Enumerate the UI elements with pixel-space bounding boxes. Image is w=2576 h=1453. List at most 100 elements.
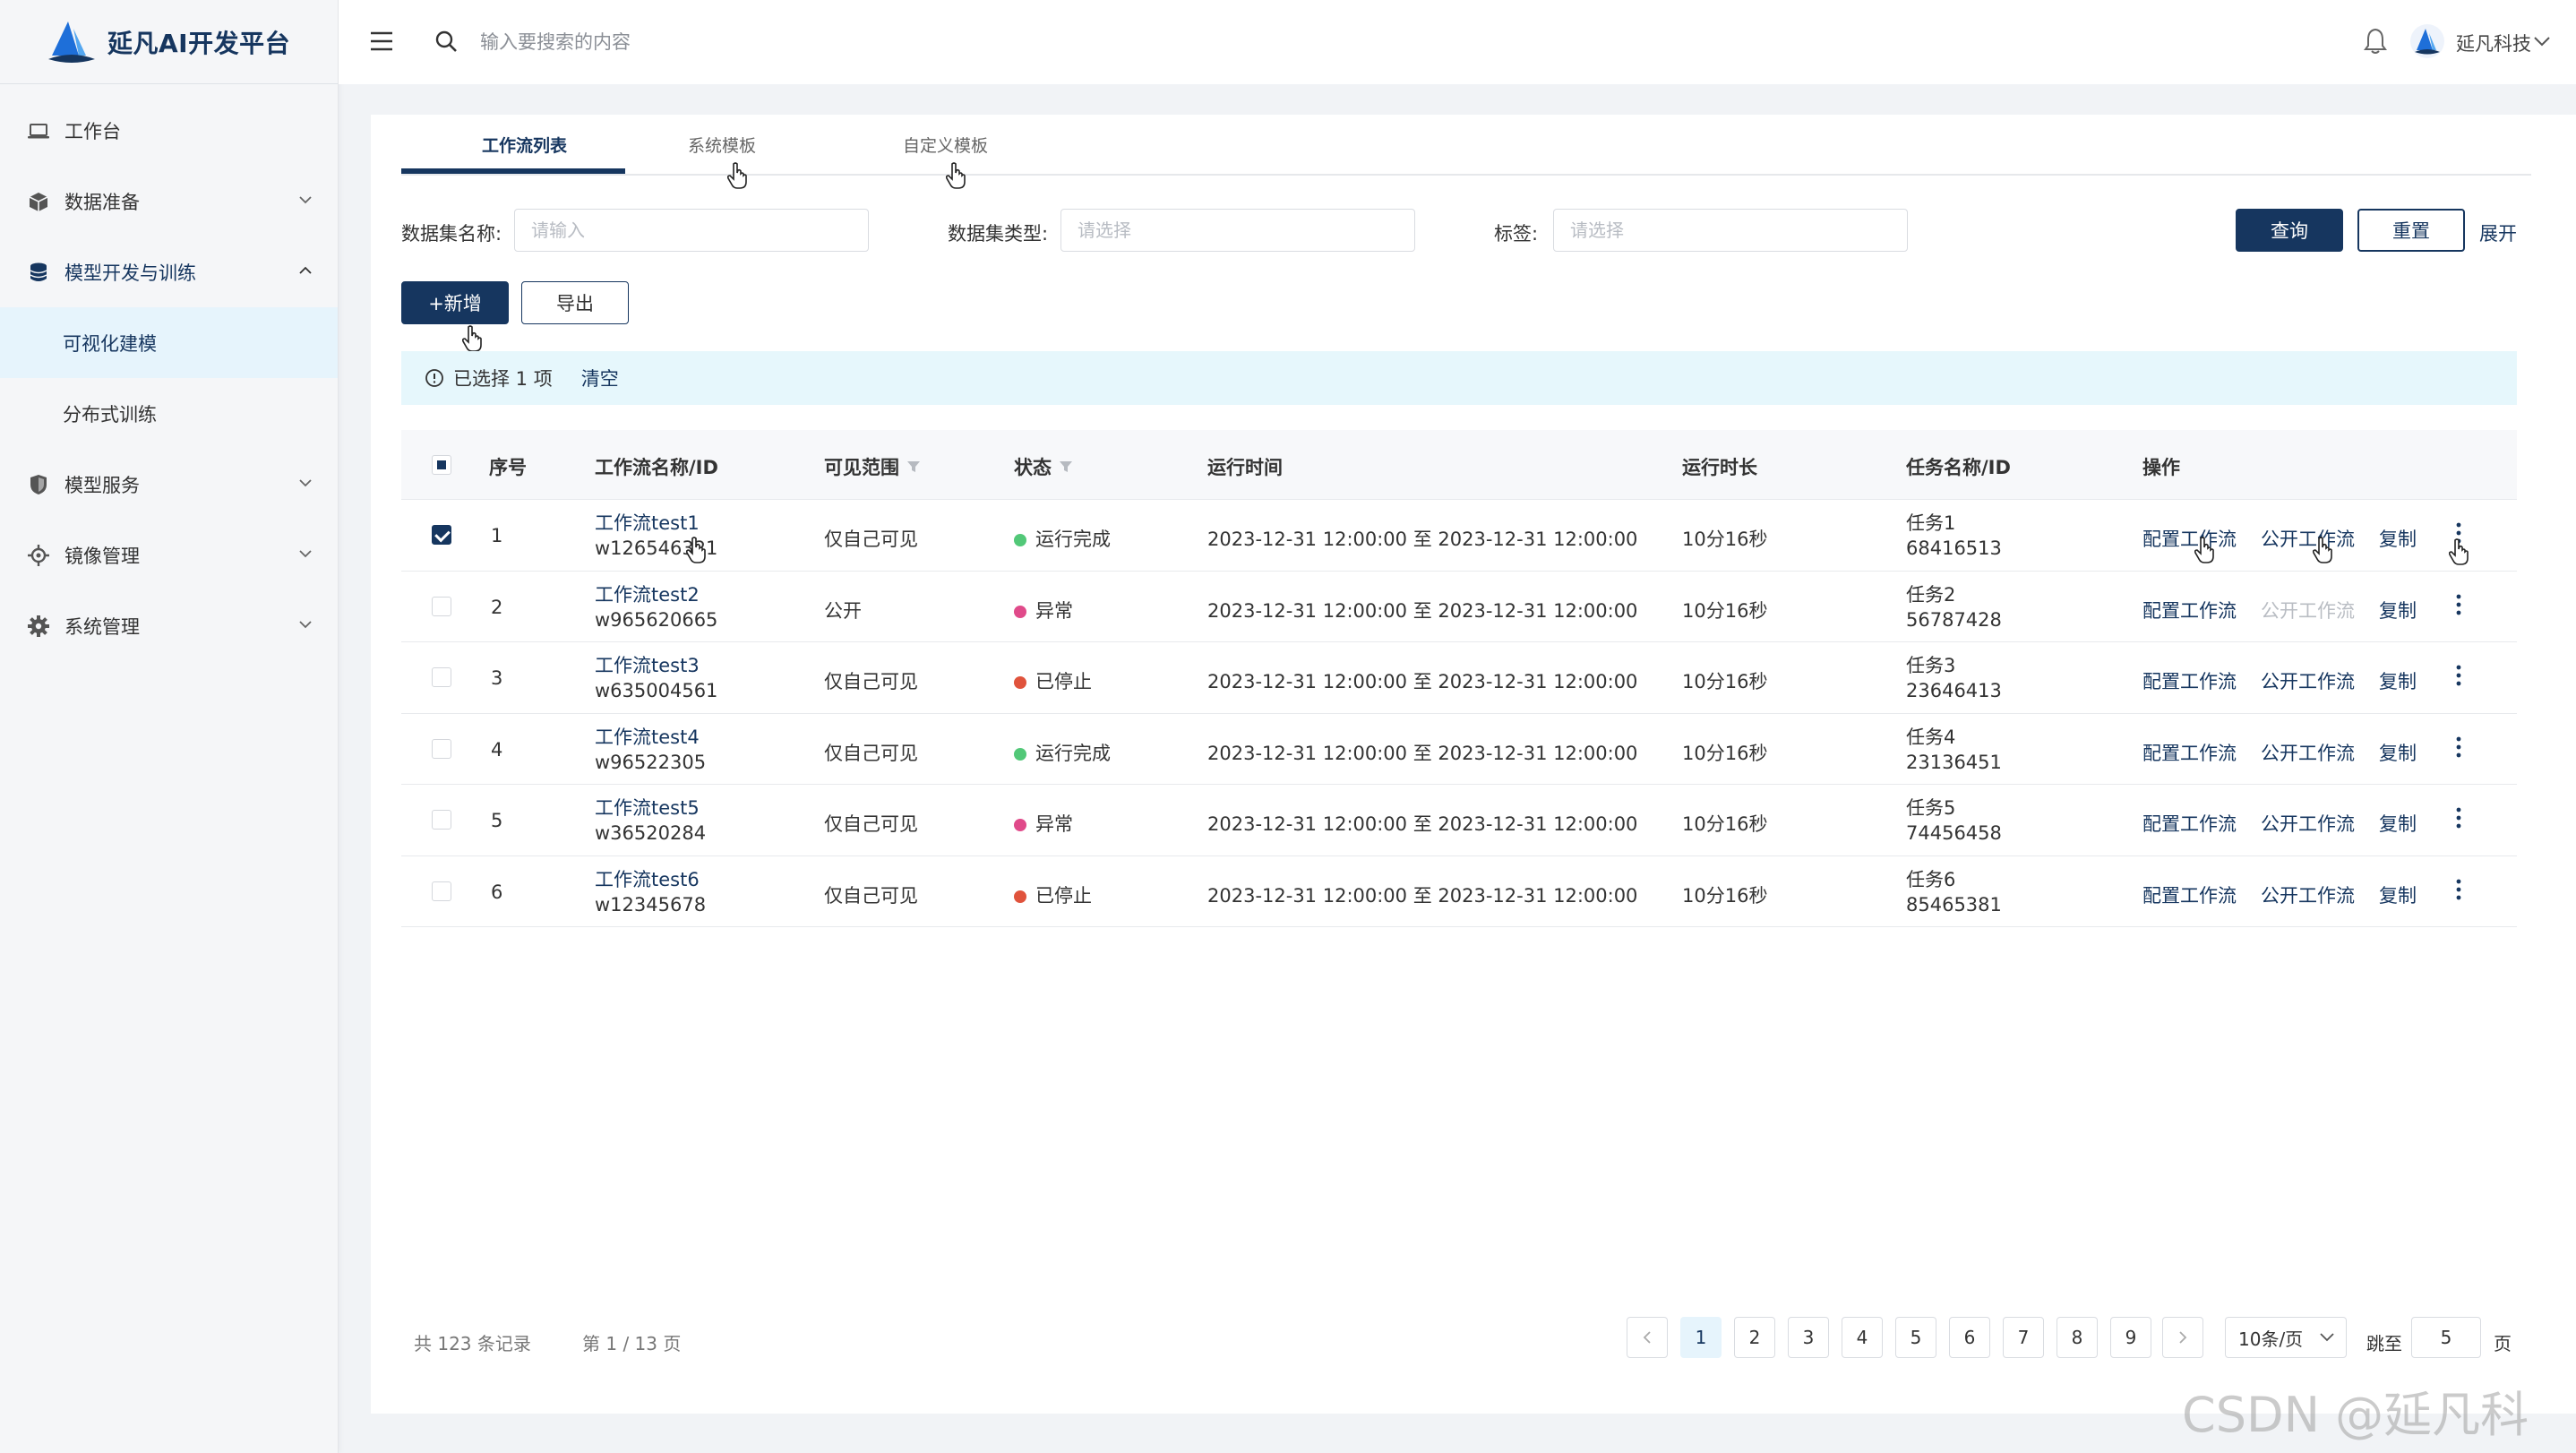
row-checkbox[interactable] bbox=[432, 596, 451, 616]
row-checkbox[interactable] bbox=[432, 738, 451, 759]
sidebar-item-model-service[interactable]: 模型服务 bbox=[0, 449, 338, 520]
next-page-button[interactable] bbox=[2162, 1317, 2203, 1358]
config-workflow-link[interactable]: 配置工作流 bbox=[2142, 881, 2237, 908]
copy-link[interactable]: 复制 bbox=[2379, 525, 2417, 552]
table-row[interactable]: 2 工作流test2 w965620665 公开 异常 2023-12-31 12:00:… bbox=[401, 572, 2517, 642]
more-icon[interactable] bbox=[2454, 876, 2463, 903]
workflow-name-link[interactable]: 工作流test6 bbox=[595, 867, 706, 892]
copy-link[interactable]: 复制 bbox=[2379, 667, 2417, 694]
workflow-id: w36520284 bbox=[595, 822, 707, 844]
config-workflow-link[interactable]: 配置工作流 bbox=[2142, 597, 2237, 623]
publish-workflow-link[interactable]: 公开工作流 bbox=[2261, 881, 2355, 908]
page-button[interactable]: 3 bbox=[1788, 1317, 1829, 1358]
row-index: 2 bbox=[491, 596, 503, 618]
workflow-name-link[interactable]: 工作流test5 bbox=[595, 795, 706, 821]
publish-workflow-link[interactable]: 公开工作流 bbox=[2261, 739, 2355, 766]
more-icon[interactable] bbox=[2454, 591, 2463, 618]
logo-icon bbox=[48, 21, 95, 63]
tab-custom-template[interactable]: 自定义模板 bbox=[903, 133, 988, 157]
filter-icon[interactable] bbox=[906, 460, 921, 473]
bell-icon[interactable] bbox=[2363, 27, 2388, 56]
config-workflow-link[interactable]: 配置工作流 bbox=[2142, 739, 2237, 766]
clear-selection-link[interactable]: 清空 bbox=[581, 365, 619, 391]
workflow-id: w965620665 bbox=[595, 608, 718, 631]
sidebar-item-distributed-training[interactable]: 分布式训练 bbox=[0, 378, 338, 449]
workflow-cell[interactable]: 工作流test6 w12345678 bbox=[595, 867, 706, 917]
copy-link[interactable]: 复制 bbox=[2379, 881, 2417, 908]
workflow-name-link[interactable]: 工作流test4 bbox=[595, 725, 706, 750]
menu-icon[interactable] bbox=[369, 30, 394, 53]
workflow-cell[interactable]: 工作流test5 w36520284 bbox=[595, 795, 706, 846]
tag-select[interactable] bbox=[1553, 209, 1908, 252]
config-workflow-link[interactable]: 配置工作流 bbox=[2142, 810, 2237, 837]
row-checkbox[interactable] bbox=[432, 667, 451, 687]
expand-link[interactable]: 展开 bbox=[2479, 219, 2517, 246]
avatar[interactable] bbox=[2409, 23, 2445, 59]
col-status[interactable]: 状态 bbox=[1014, 453, 1073, 480]
chevron-left-icon bbox=[1643, 1331, 1651, 1344]
row-checkbox[interactable] bbox=[432, 881, 451, 901]
page-button[interactable]: 9 bbox=[2110, 1317, 2151, 1358]
reset-button[interactable]: 重置 bbox=[2357, 209, 2465, 252]
config-workflow-link[interactable]: 配置工作流 bbox=[2142, 667, 2237, 694]
filter-icon[interactable] bbox=[1059, 460, 1073, 473]
page-button[interactable]: 8 bbox=[2057, 1317, 2098, 1358]
search-input[interactable] bbox=[480, 25, 928, 59]
workflow-name-link[interactable]: 工作流test3 bbox=[595, 653, 717, 678]
publish-workflow-link[interactable]: 公开工作流 bbox=[2261, 667, 2355, 694]
total-records: 共 123 条记录 bbox=[414, 1333, 531, 1354]
copy-link[interactable]: 复制 bbox=[2379, 597, 2417, 623]
more-icon[interactable] bbox=[2454, 662, 2463, 689]
chevron-down-icon[interactable] bbox=[2533, 33, 2551, 49]
col-scope[interactable]: 可见范围 bbox=[824, 453, 921, 480]
table-row[interactable]: 4 工作流test4 w96522305 仅自己可见 运行完成 2023-12-31 12… bbox=[401, 714, 2517, 785]
more-icon[interactable] bbox=[2454, 734, 2463, 761]
search-icon[interactable] bbox=[434, 29, 459, 54]
copy-link[interactable]: 复制 bbox=[2379, 739, 2417, 766]
workflow-cell[interactable]: 工作流test3 w635004561 bbox=[595, 653, 717, 703]
dataset-type-select[interactable] bbox=[1060, 209, 1415, 252]
export-button[interactable]: 导出 bbox=[521, 281, 629, 324]
workflow-name-link[interactable]: 工作流test2 bbox=[595, 582, 717, 607]
sidebar-item-model-dev[interactable]: 模型开发与训练 bbox=[0, 236, 338, 307]
sidebar-item-workbench[interactable]: 工作台 bbox=[0, 95, 338, 166]
task-cell: 任务2 56787428 bbox=[1906, 582, 2002, 632]
row-checkbox[interactable] bbox=[432, 525, 451, 545]
hand-cursor-icon bbox=[2312, 537, 2332, 563]
sidebar-item-image-mgmt[interactable]: 镜像管理 bbox=[0, 520, 338, 590]
publish-workflow-link[interactable]: 公开工作流 bbox=[2261, 525, 2355, 552]
dataset-name-input[interactable] bbox=[514, 209, 869, 252]
copy-link[interactable]: 复制 bbox=[2379, 810, 2417, 837]
workflow-cell[interactable]: 工作流test4 w96522305 bbox=[595, 725, 706, 775]
table-row[interactable]: 5 工作流test5 w36520284 仅自己可见 异常 2023-12-31 12:0… bbox=[401, 785, 2517, 856]
table-row[interactable]: 6 工作流test6 w12345678 仅自己可见 已停止 2023-12-31 12:… bbox=[401, 856, 2517, 927]
config-workflow-link[interactable]: 配置工作流 bbox=[2142, 525, 2237, 552]
tab-system-template[interactable]: 系统模板 bbox=[688, 133, 756, 157]
publish-workflow-link[interactable]: 公开工作流 bbox=[2261, 810, 2355, 837]
sidebar-item-system-mgmt[interactable]: 系统管理 bbox=[0, 590, 338, 661]
workflow-name-link[interactable]: 工作流test1 bbox=[595, 511, 717, 536]
select-all-checkbox[interactable] bbox=[432, 455, 451, 475]
page-button[interactable]: 6 bbox=[1949, 1317, 1990, 1358]
more-icon[interactable] bbox=[2454, 804, 2463, 831]
workflow-cell[interactable]: 工作流test2 w965620665 bbox=[595, 582, 717, 632]
page-button[interactable]: 4 bbox=[1842, 1317, 1883, 1358]
page-size-select[interactable]: 10条/页 bbox=[2225, 1317, 2347, 1358]
add-button[interactable]: +新增 bbox=[401, 281, 509, 324]
page-button[interactable]: 2 bbox=[1734, 1317, 1775, 1358]
sidebar-item-visual-modeling[interactable]: 可视化建模 bbox=[0, 307, 338, 378]
user-name[interactable]: 延凡科技 bbox=[2456, 30, 2531, 56]
prev-page-button[interactable] bbox=[1627, 1317, 1668, 1358]
tab-workflow-list[interactable]: 工作流列表 bbox=[482, 133, 567, 157]
page-button[interactable]: 5 bbox=[1895, 1317, 1936, 1358]
hand-cursor-icon bbox=[945, 162, 966, 189]
page-button[interactable]: 1 bbox=[1680, 1317, 1722, 1358]
query-button[interactable]: 查询 bbox=[2236, 209, 2343, 252]
row-checkbox[interactable] bbox=[432, 810, 451, 830]
sidebar-item-data-prep[interactable]: 数据准备 bbox=[0, 166, 338, 236]
table-row[interactable]: 1 工作流test1 w126546321 仅自己可见 运行完成 2023-12-31 1… bbox=[401, 500, 2517, 572]
jump-page-input[interactable] bbox=[2411, 1317, 2481, 1358]
page-button[interactable]: 7 bbox=[2003, 1317, 2044, 1358]
logo[interactable]: 延凡AI开发平台 bbox=[0, 0, 338, 84]
table-row[interactable]: 3 工作流test3 w635004561 仅自己可见 已停止 2023-12-31 12… bbox=[401, 642, 2517, 714]
